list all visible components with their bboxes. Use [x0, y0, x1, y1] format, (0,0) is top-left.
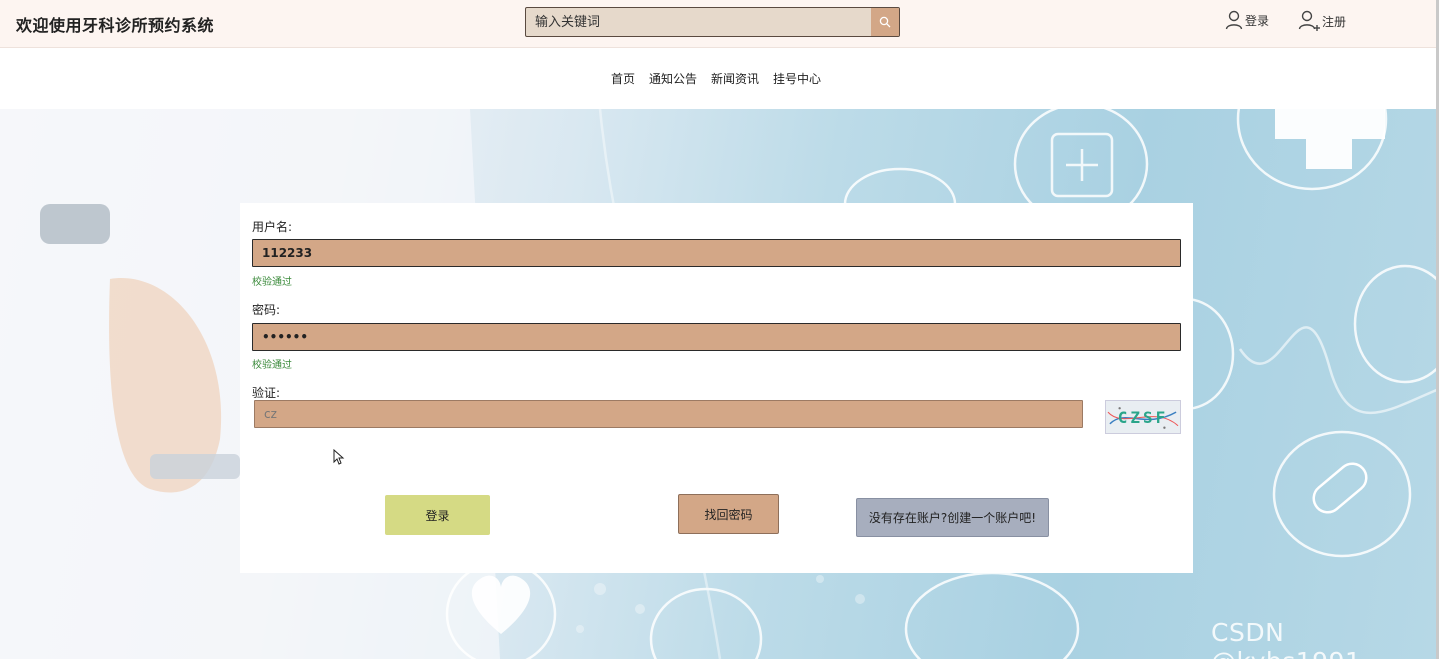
- forgot-password-button[interactable]: 找回密码: [678, 494, 779, 534]
- site-title: 欢迎使用牙科诊所预约系统: [16, 16, 215, 35]
- password-field[interactable]: [252, 323, 1181, 351]
- captcha-text: CZSF: [1117, 407, 1169, 427]
- password-label: 密码:: [252, 303, 281, 317]
- create-account-button[interactable]: 没有存在账户?创建一个账户吧!: [856, 498, 1049, 537]
- login-button[interactable]: 登录: [385, 495, 490, 535]
- add-user-icon: [1298, 10, 1320, 31]
- captcha-image[interactable]: CZSF: [1105, 400, 1181, 434]
- user-icon: [1225, 10, 1243, 30]
- register-link[interactable]: 注册: [1298, 10, 1346, 32]
- main-nav: 首页 通知公告 新闻资讯 挂号中心: [0, 48, 1439, 109]
- password-hint: 校验通过: [252, 360, 292, 371]
- search-input[interactable]: [526, 8, 871, 36]
- nav-item-registration[interactable]: 挂号中心: [773, 70, 821, 87]
- register-link-label: 注册: [1322, 14, 1347, 29]
- captcha-label: 验证:: [252, 386, 281, 400]
- search-icon: [879, 16, 891, 28]
- search-box: [525, 7, 900, 37]
- top-bar: 欢迎使用牙科诊所预约系统 登录 注册: [0, 0, 1439, 48]
- username-field[interactable]: [252, 239, 1181, 267]
- mouse-cursor-icon: [333, 449, 345, 465]
- nav-item-notices[interactable]: 通知公告: [649, 70, 697, 87]
- login-link-label: 登录: [1245, 13, 1270, 28]
- username-label: 用户名:: [252, 220, 293, 234]
- login-form: 用户名: 校验通过 密码: 校验通过 验证: CZSF 登录 找回密码 没有存在…: [240, 203, 1193, 573]
- login-link[interactable]: 登录: [1225, 10, 1269, 30]
- username-hint: 校验通过: [252, 277, 292, 288]
- captcha-field[interactable]: [254, 400, 1083, 428]
- search-button[interactable]: [871, 8, 899, 36]
- watermark: CSDN @kybs1991: [1211, 618, 1361, 659]
- nav-item-home[interactable]: 首页: [611, 70, 635, 87]
- nav-item-news[interactable]: 新闻资讯: [711, 70, 759, 87]
